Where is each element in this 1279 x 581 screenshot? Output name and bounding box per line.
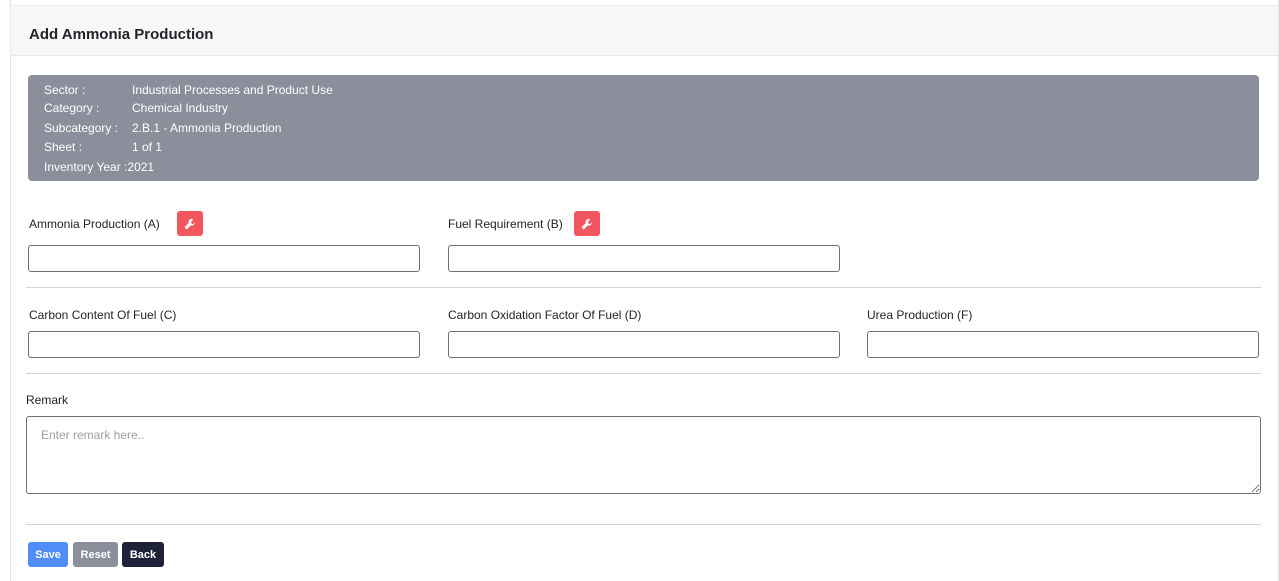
info-sheet: Sheet : 1 of 1 — [44, 139, 162, 155]
info-category: Category : Chemical Industry — [44, 100, 228, 116]
ammonia-production-label: Ammonia Production (A) — [29, 217, 160, 231]
info-subcategory: Subcategory : 2.B.1 - Ammonia Production — [44, 120, 281, 136]
fuel-requirement-input[interactable] — [448, 245, 840, 272]
info-year-value: 2021 — [127, 160, 155, 174]
ammonia-production-tool-button[interactable] — [177, 211, 203, 236]
reset-button[interactable]: Reset — [73, 542, 118, 567]
urea-production-input[interactable] — [867, 331, 1259, 358]
ammonia-production-input[interactable] — [28, 245, 420, 272]
card-header: Add Ammonia Production — [11, 5, 1278, 56]
info-sector-label: Sector : — [44, 83, 86, 97]
remark-label: Remark — [26, 393, 69, 407]
save-button[interactable]: Save — [28, 542, 68, 567]
sheet-info-panel: Sector : Industrial Processes and Produc… — [28, 75, 1259, 181]
info-category-label: Category : — [44, 101, 100, 115]
section-divider — [26, 287, 1261, 288]
section-divider — [26, 524, 1261, 525]
info-subcategory-label: Subcategory : — [44, 121, 119, 135]
info-sector: Sector : Industrial Processes and Produc… — [44, 82, 333, 98]
page-title: Add Ammonia Production — [29, 26, 214, 43]
carbon-content-input[interactable] — [28, 331, 420, 358]
info-sheet-value: 1 of 1 — [132, 140, 163, 154]
info-year-label: Inventory Year : — [44, 160, 128, 174]
info-sector-value: Industrial Processes and Product Use — [132, 83, 333, 97]
section-divider — [26, 373, 1261, 374]
remark-textarea[interactable] — [26, 416, 1261, 494]
back-button[interactable]: Back — [122, 542, 164, 567]
wrench-icon — [184, 218, 196, 229]
urea-production-label: Urea Production (F) — [867, 308, 973, 322]
fuel-requirement-label: Fuel Requirement (B) — [448, 217, 563, 231]
info-subcategory-value: 2.B.1 - Ammonia Production — [132, 121, 282, 135]
carbon-oxidation-input[interactable] — [448, 331, 840, 358]
carbon-content-label: Carbon Content Of Fuel (C) — [29, 308, 177, 322]
add-ammonia-production-card: Add Ammonia Production Sector : Industri… — [10, 0, 1279, 581]
info-category-value: Chemical Industry — [132, 101, 229, 115]
carbon-oxidation-label: Carbon Oxidation Factor Of Fuel (D) — [448, 308, 642, 322]
info-sheet-label: Sheet : — [44, 140, 83, 154]
fuel-requirement-tool-button[interactable] — [574, 211, 600, 236]
info-inventory-year: Inventory Year :2021 — [44, 159, 154, 175]
wrench-icon — [581, 218, 593, 229]
